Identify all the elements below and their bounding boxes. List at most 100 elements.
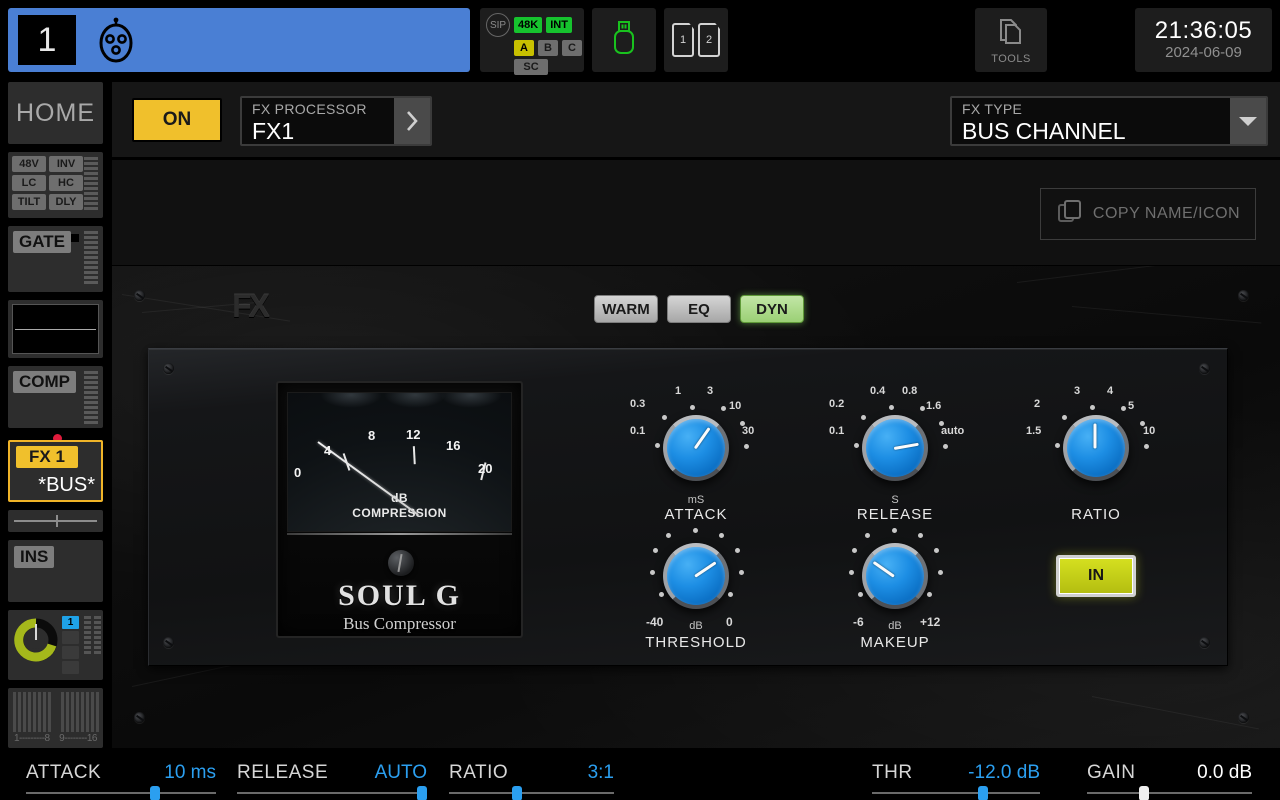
layer-c-tag[interactable]: C	[562, 40, 582, 56]
makeup-knob[interactable]	[862, 543, 928, 609]
mix-bus-2[interactable]	[62, 631, 79, 644]
param-ratio-track[interactable]	[449, 792, 614, 794]
param-ratio-thumb[interactable]	[512, 786, 522, 800]
param-gain-thumb[interactable]	[1139, 786, 1149, 800]
fx-type-caption: FX TYPE	[962, 101, 1023, 117]
graph-box	[12, 304, 99, 354]
attack-knob[interactable]	[663, 415, 729, 481]
mix-bus-3[interactable]	[62, 646, 79, 659]
preamp-hc[interactable]: HC	[49, 175, 83, 191]
clock-time: 21:36:05	[1154, 17, 1253, 44]
sidebar-item-gate[interactable]: GATE	[8, 226, 103, 292]
compressor-in-button[interactable]: IN	[1056, 555, 1136, 597]
gate-curve-graph[interactable]	[8, 300, 103, 358]
release-knob[interactable]	[862, 415, 928, 481]
sample-rate-tag: 48K	[514, 17, 543, 33]
fx-processor-selector[interactable]: FX PROCESSOR FX1	[240, 96, 432, 146]
attack-label-4: 10	[729, 400, 742, 412]
vu-meter-baseline	[287, 533, 512, 535]
fx-on-button[interactable]: ON	[132, 98, 222, 142]
sidebar-item-insert[interactable]: INS	[8, 540, 103, 602]
param-threshold-thumb[interactable]	[978, 786, 988, 800]
preamp-48v[interactable]: 48V	[12, 156, 46, 172]
param-attack-value: 10 ms	[164, 762, 216, 783]
tools-button[interactable]: TOOLS	[975, 8, 1047, 72]
release-label-5: auto	[941, 425, 965, 437]
threshold-title: THRESHOLD	[645, 634, 747, 651]
sidebar-item-home[interactable]: HOME	[8, 82, 103, 144]
ratio-label-4: 5	[1128, 400, 1135, 412]
chevron-down-icon[interactable]	[1230, 98, 1266, 144]
mix-level-knob[interactable]	[14, 618, 58, 662]
sidebar-item-fx1[interactable]: FX 1 *BUS*	[8, 440, 103, 502]
ins-label: INS	[14, 546, 55, 568]
clock-display[interactable]: 21:36:05 2024-06-09	[1135, 8, 1272, 72]
fx-subheader-bar: COPY NAME/ICON	[112, 160, 1280, 265]
preamp-inv[interactable]: INV	[49, 156, 83, 172]
param-ratio[interactable]: RATIO 3:1	[449, 750, 614, 800]
tab-dyn[interactable]: DYN	[740, 295, 804, 323]
tab-eq[interactable]: EQ	[667, 295, 731, 323]
mix-bus-1[interactable]: 1	[62, 616, 79, 629]
release-unit: S	[891, 494, 899, 506]
param-threshold[interactable]: THR -12.0 dB	[872, 750, 1040, 800]
param-release-track[interactable]	[237, 792, 427, 794]
attack-label-0: 0.1	[630, 425, 646, 437]
attack-title: ATTACK	[664, 506, 728, 523]
tab-warm[interactable]: WARM	[594, 295, 658, 323]
meter-scale: 1---------8 9--------16	[12, 733, 99, 744]
sc-tag[interactable]: SC	[514, 59, 548, 75]
comp-meter	[84, 371, 98, 427]
sidebar-item-comp[interactable]: COMP	[8, 366, 103, 428]
param-release[interactable]: RELEASE AUTO	[237, 750, 427, 800]
gate-led	[71, 234, 79, 242]
preamp-dly[interactable]: DLY	[49, 194, 83, 210]
vu-zero-adjust-knob[interactable]	[388, 550, 414, 576]
sip-indicator[interactable]: SIP	[486, 13, 510, 37]
sidebar-pan-slider[interactable]	[8, 510, 103, 532]
param-attack-thumb[interactable]	[150, 786, 160, 800]
sidebar-item-preamp[interactable]: 48V INV LC HC TILT DLY	[8, 152, 103, 218]
channel-name-strip[interactable]: 1	[8, 8, 470, 72]
copy-name-icon-button[interactable]: COPY NAME/ICON	[1040, 188, 1256, 240]
layer-a-tag[interactable]: A	[514, 40, 534, 56]
param-attack[interactable]: ATTACK 10 ms	[26, 750, 216, 800]
sd-card-slots[interactable]: 1 2	[664, 8, 728, 72]
vu-caption-text: COMPRESSION	[352, 506, 447, 520]
param-release-name: RELEASE	[237, 762, 329, 783]
param-gain[interactable]: GAIN 0.0 dB	[1087, 750, 1252, 800]
vu-meter[interactable]: 0 4 8 12 16 20 dB COMPRESSION SOUL G Bus…	[276, 381, 523, 638]
param-attack-name: ATTACK	[26, 762, 102, 783]
preamp-lc[interactable]: LC	[12, 175, 46, 191]
param-threshold-track[interactable]	[872, 792, 1040, 794]
layer-b-tag[interactable]: B	[538, 40, 558, 56]
release-knob-pointer	[893, 442, 919, 450]
param-attack-track[interactable]	[26, 792, 216, 794]
sd-card-1[interactable]: 1	[672, 23, 694, 57]
preamp-tilt[interactable]: TILT	[12, 194, 46, 210]
ratio-knob[interactable]	[1063, 415, 1129, 481]
fx-type-selector[interactable]: FX TYPE BUS CHANNEL	[950, 96, 1268, 146]
status-indicators[interactable]: SIP 48K INT A B C SC	[480, 8, 584, 75]
mix-bus-select[interactable]: 1	[62, 616, 79, 676]
meter-scale-left: 1---------8	[14, 733, 50, 744]
usb-status-button[interactable]	[592, 8, 656, 72]
copy-name-icon-label: COPY NAME/ICON	[1092, 205, 1241, 222]
ratio-title: RATIO	[1071, 506, 1121, 523]
fx-tag-label: FX 1	[16, 446, 78, 468]
param-release-thumb[interactable]	[417, 786, 427, 800]
mix-bus-4[interactable]	[62, 661, 79, 674]
param-gain-track[interactable]	[1087, 792, 1252, 794]
vu-meter-face: 0 4 8 12 16 20 dB COMPRESSION	[287, 392, 512, 532]
home-label: HOME	[16, 98, 95, 127]
pan-thumb[interactable]	[55, 515, 58, 527]
param-ratio-value: 3:1	[587, 762, 614, 783]
makeup-title: MAKEUP	[860, 634, 930, 651]
chevron-right-icon[interactable]	[394, 98, 430, 144]
bottom-parameter-bar: ATTACK 10 ms RELEASE AUTO RATIO 3:1 THR …	[0, 750, 1280, 800]
fx-processor-caption: FX PROCESSOR	[252, 101, 367, 117]
fx-watermark-logo: FX	[232, 288, 270, 324]
sd-card-2[interactable]: 2	[698, 23, 720, 57]
attack-label-1: 0.3	[630, 398, 646, 410]
threshold-knob[interactable]	[663, 543, 729, 609]
